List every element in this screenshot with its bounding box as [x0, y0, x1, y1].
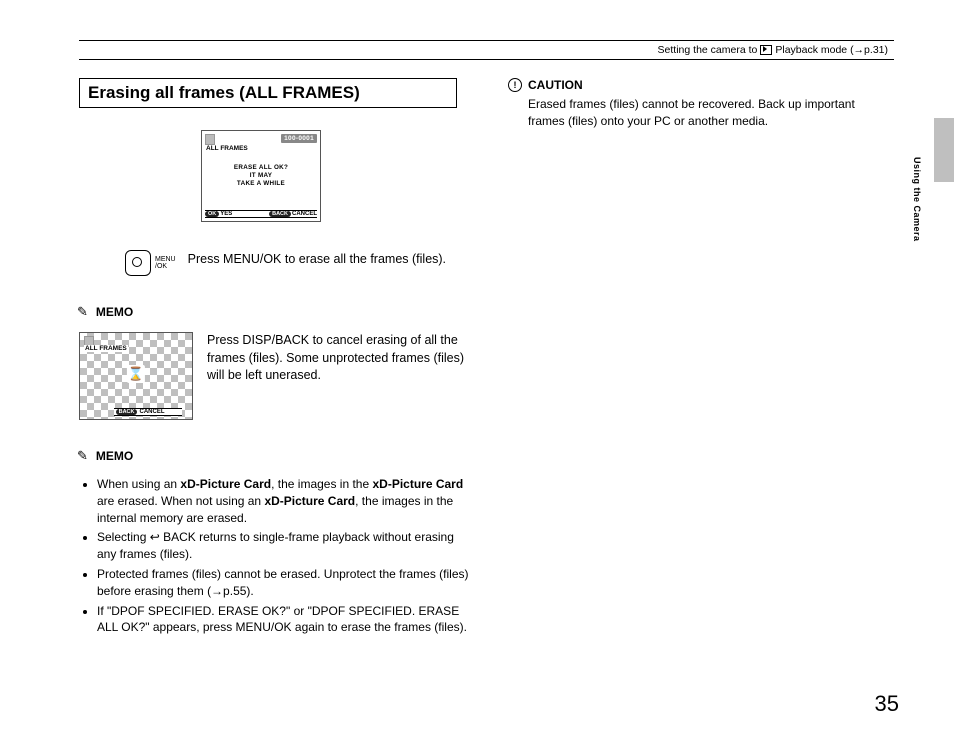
lcd-footer: OK YES BACK CANCEL [205, 210, 317, 218]
lcd-screen-erase: 100-0001 ALL FRAMES ERASE ALL OK? IT MAY… [201, 130, 321, 222]
memo2-item-4: If "DPOF SPECIFIED. ERASE OK?" or "DPOF … [97, 603, 469, 637]
lcd-message: ERASE ALL OK? IT MAY TAKE A WHILE [202, 164, 320, 188]
file-number-badge: 100-0001 [281, 134, 317, 143]
manual-page: Setting the camera to Playback mode (→p.… [0, 0, 954, 755]
lcd-msg-line1: ERASE ALL OK? [202, 164, 320, 172]
memo2-item-1: When using an xD-Picture Card, the image… [97, 476, 469, 526]
thumb-index-tab [934, 118, 954, 182]
memo-hand-icon-2: ✎ [77, 448, 88, 464]
memo-header-2: ✎ MEMO [77, 448, 469, 464]
side-chapter-label: Using the Camera [912, 157, 922, 242]
memo-label-1: MEMO [96, 305, 133, 319]
hourglass-icon: ⌛ [127, 365, 145, 383]
lcd-yes-segment: OK YES [205, 211, 261, 217]
cancel-label: CANCEL [292, 211, 317, 217]
menu-label-2: /OK [155, 263, 176, 270]
caution-icon: ! [508, 78, 522, 92]
breadcrumb-suffix: Playback mode (→p.31) [775, 44, 888, 56]
playback-icon [760, 45, 772, 55]
menu-label-1: MENU [155, 256, 176, 263]
lcd-cancel-segment: BACK CANCEL [261, 211, 317, 217]
memo2-list: When using an xD-Picture Card, the image… [79, 476, 469, 636]
memo-header-1: ✎ MEMO [77, 304, 469, 320]
lcd-screen-progress: ALL FRAMES ⌛ BACK CANCEL [79, 332, 193, 420]
menu-ok-label: MENU /OK [155, 256, 176, 270]
menu-ok-button-icon [125, 250, 151, 276]
lcd-top-row: 100-0001 [202, 131, 320, 145]
ok-pill: OK [205, 211, 219, 217]
section-title: Erasing all frames (ALL FRAMES) [79, 78, 457, 108]
breadcrumb-prefix: Setting the camera to [658, 44, 758, 56]
left-column: Erasing all frames (ALL FRAMES) 100-0001… [79, 78, 469, 639]
back-pill: BACK [269, 211, 291, 217]
caution-text: Erased frames (files) cannot be recovere… [528, 96, 878, 130]
cancel-label-2: CANCEL [139, 409, 164, 415]
lcd-msg-line3: TAKE A WHILE [202, 180, 320, 188]
memo-hand-icon: ✎ [77, 304, 88, 320]
trash-icon [205, 134, 215, 145]
memo2-item-2: Selecting ↩ BACK returns to single-frame… [97, 529, 469, 563]
memo-row-1: ALL FRAMES ⌛ BACK CANCEL Press DISP/BACK… [79, 332, 469, 420]
caution-label: CAUTION [528, 78, 583, 92]
instruction-row: MENU /OK Press MENU/OK to erase all the … [79, 250, 469, 276]
menu-ok-icon: MENU /OK [125, 250, 176, 276]
yes-label: YES [220, 211, 232, 217]
lcd-mode-label: ALL FRAMES [202, 145, 320, 152]
page-number: 35 [875, 691, 899, 717]
memo-label-2: MEMO [96, 449, 133, 463]
instruction-text: Press MENU/OK to erase all the frames (f… [188, 250, 446, 268]
lcd2-mode-label: ALL FRAMES [84, 345, 128, 352]
lcd2-footer: BACK CANCEL [114, 408, 182, 416]
back-pill-2: BACK [116, 409, 138, 415]
memo2-item-3: Protected frames (files) cannot be erase… [97, 566, 469, 600]
right-column: ! CAUTION Erased frames (files) cannot b… [508, 78, 878, 130]
lcd-msg-line2: IT MAY [202, 172, 320, 180]
caution-header: ! CAUTION [508, 78, 878, 92]
memo1-text: Press DISP/BACK to cancel erasing of all… [207, 332, 469, 385]
header-breadcrumb: Setting the camera to Playback mode (→p.… [79, 40, 894, 60]
